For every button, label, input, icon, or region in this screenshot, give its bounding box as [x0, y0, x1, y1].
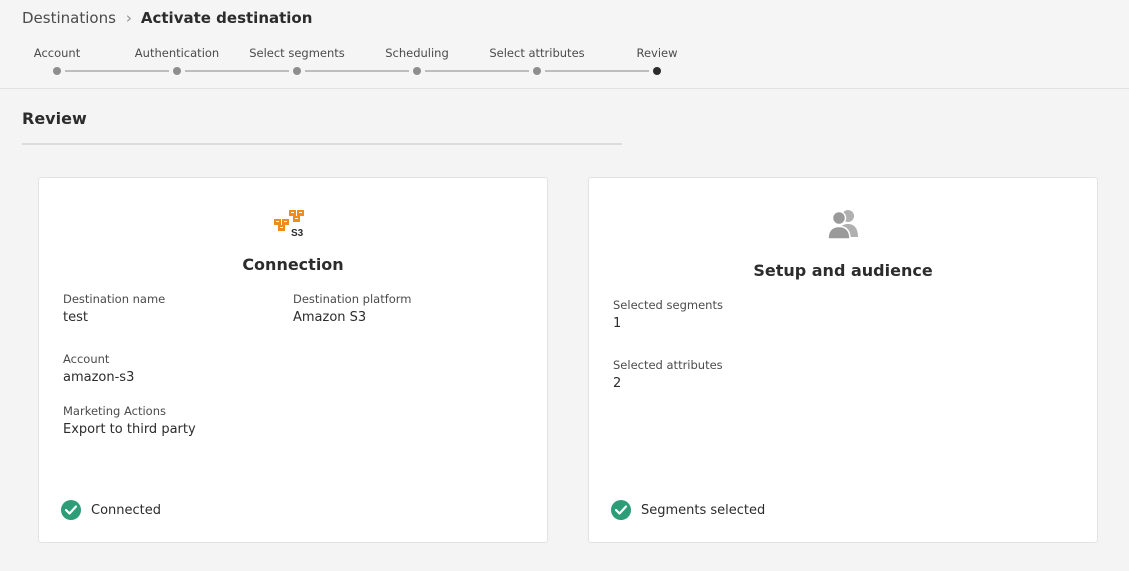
account-value: amazon-s3 [63, 370, 135, 385]
step-connector [65, 70, 169, 72]
section-divider [22, 143, 622, 145]
step-dot-authentication[interactable] [173, 67, 181, 75]
top-bar: Destinations › Activate destination Acco… [0, 0, 1129, 89]
step-label-select-attributes[interactable]: Select attributes [489, 46, 584, 60]
selected-attributes-label: Selected attributes [613, 358, 723, 372]
connection-card: S3 Connection Destination name test Dest… [38, 177, 548, 543]
step-dot-select-attributes[interactable] [533, 67, 541, 75]
amazon-s3-icon: S3 [272, 209, 308, 239]
selected-attributes-value: 2 [613, 376, 622, 391]
setup-audience-card: Setup and audience Selected segments 1 S… [588, 177, 1098, 543]
step-label-account[interactable]: Account [34, 46, 80, 60]
selected-segments-label: Selected segments [613, 298, 723, 312]
connection-status-text: Connected [91, 502, 162, 518]
step-label-authentication[interactable]: Authentication [135, 46, 219, 60]
users-icon [825, 207, 861, 241]
connection-status: Connected [61, 500, 161, 520]
step-connector [185, 70, 289, 72]
step-dot-account[interactable] [53, 67, 61, 75]
step-connector [425, 70, 529, 72]
s3-icon-text: S3 [291, 228, 304, 239]
step-connector [545, 70, 649, 72]
step-label-review[interactable]: Review [636, 46, 677, 60]
checkmark-circle-icon [61, 500, 81, 520]
step-label-scheduling[interactable]: Scheduling [385, 46, 449, 60]
destination-platform-label: Destination platform [293, 292, 412, 306]
step-dot-scheduling[interactable] [413, 67, 421, 75]
section-title: Review [22, 109, 87, 128]
step-connector [305, 70, 409, 72]
connection-title: Connection [242, 255, 344, 274]
setup-audience-title: Setup and audience [753, 261, 933, 280]
wizard-stepper: Account Authentication Select segments S… [0, 0, 700, 89]
segments-status: Segments selected [611, 500, 765, 520]
step-dot-select-segments[interactable] [293, 67, 301, 75]
destination-name-value: test [63, 310, 88, 325]
marketing-actions-label: Marketing Actions [63, 404, 166, 418]
destination-platform-value: Amazon S3 [293, 310, 367, 325]
account-label: Account [63, 352, 110, 366]
destination-name-label: Destination name [63, 292, 166, 306]
segments-status-text: Segments selected [641, 502, 766, 518]
marketing-actions-value: Export to third party [63, 422, 196, 437]
checkmark-circle-icon [611, 500, 631, 520]
step-dot-review[interactable] [653, 67, 661, 75]
step-label-select-segments[interactable]: Select segments [249, 46, 345, 60]
selected-segments-value: 1 [613, 316, 622, 331]
